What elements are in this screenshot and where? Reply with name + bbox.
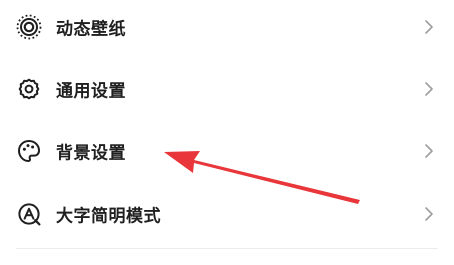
gear-icon bbox=[16, 76, 42, 102]
settings-list: 动态壁纸 通用设置 背景设置 大字简明模式 bbox=[0, 0, 454, 265]
chevron-right-icon bbox=[424, 206, 434, 222]
settings-item-label: 大字简明模式 bbox=[56, 206, 161, 227]
settings-item-label: 动态壁纸 bbox=[56, 19, 126, 40]
settings-item-large-text-mode[interactable]: 大字简明模式 bbox=[0, 183, 454, 245]
palette-icon bbox=[16, 138, 42, 164]
large-text-icon bbox=[16, 201, 42, 227]
chevron-right-icon bbox=[424, 81, 434, 97]
settings-item-label: 通用设置 bbox=[56, 81, 126, 102]
divider bbox=[16, 248, 438, 249]
settings-item-live-wallpaper[interactable]: 动态壁纸 bbox=[0, 0, 454, 58]
settings-item-label: 背景设置 bbox=[56, 143, 126, 164]
chevron-right-icon bbox=[424, 19, 434, 35]
settings-item-general[interactable]: 通用设置 bbox=[0, 58, 454, 120]
chevron-right-icon bbox=[424, 143, 434, 159]
settings-item-background[interactable]: 背景设置 bbox=[0, 120, 454, 182]
live-wallpaper-icon bbox=[16, 14, 42, 40]
